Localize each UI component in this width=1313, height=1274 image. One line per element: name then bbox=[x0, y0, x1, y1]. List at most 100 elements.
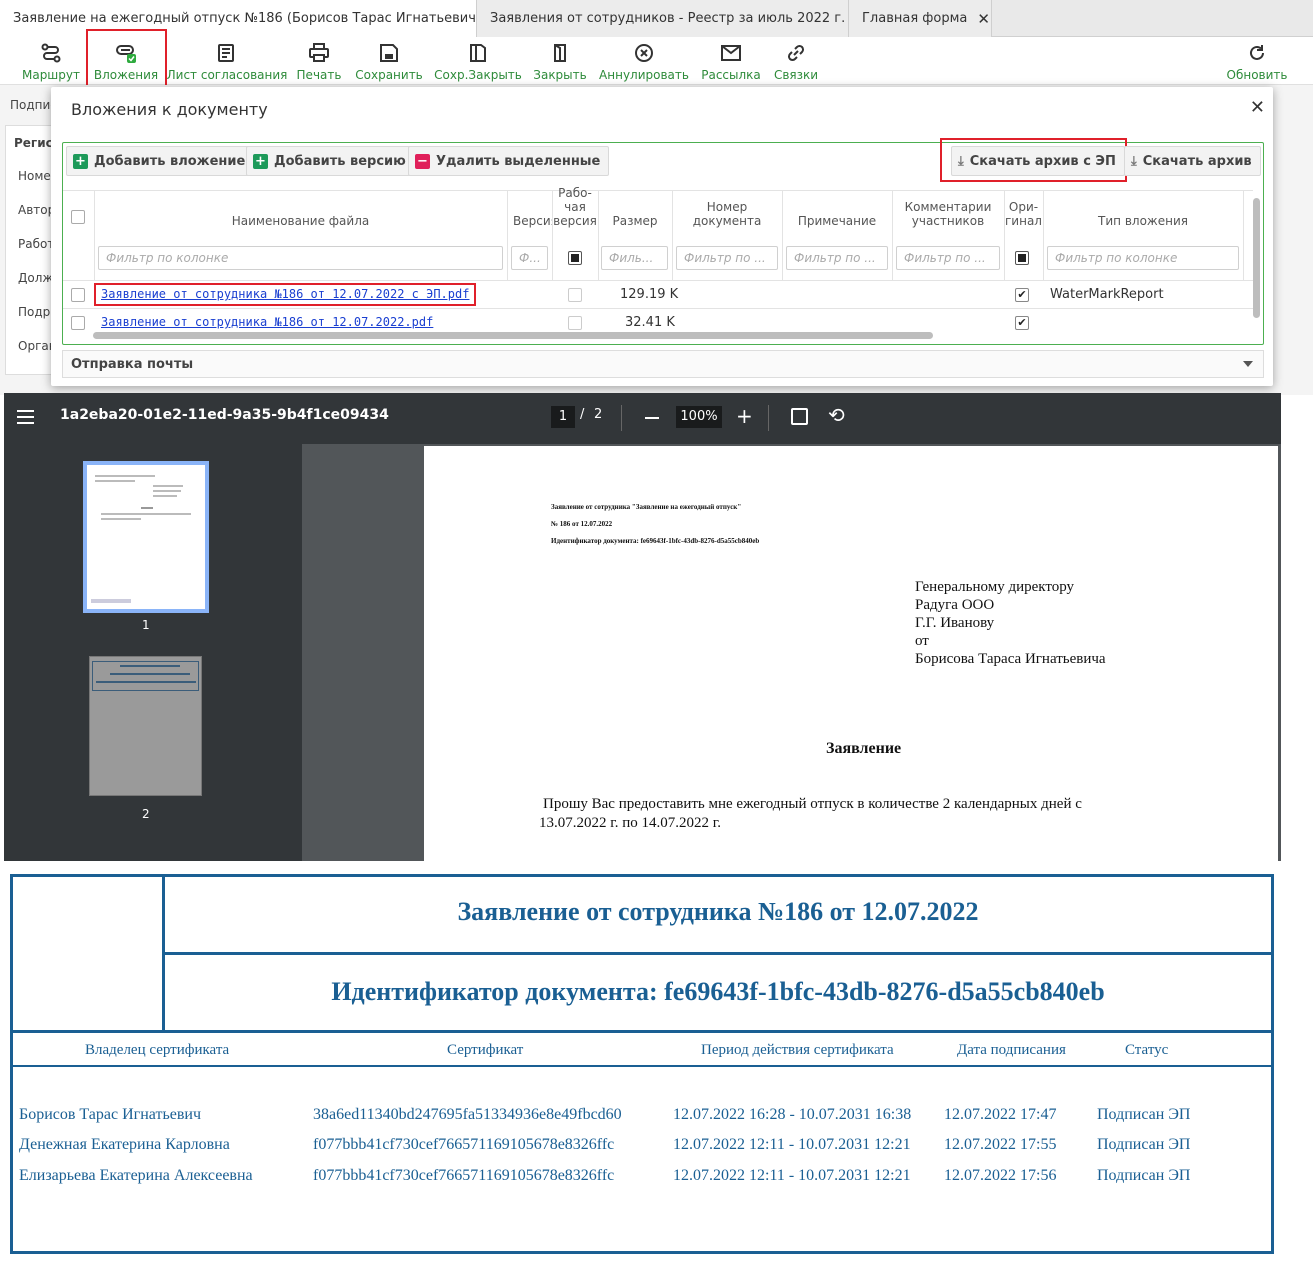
add-attachment-button[interactable]: + Добавить вложение bbox=[66, 146, 255, 176]
column-header-version[interactable]: Версия bbox=[507, 192, 552, 230]
certificate-id: f077bbb41cf730cef766571169105678e8326ffc bbox=[313, 1136, 615, 1153]
menu-icon[interactable] bbox=[17, 410, 34, 424]
thumbnail-label: 2 bbox=[142, 807, 150, 821]
row-checkbox[interactable] bbox=[71, 316, 85, 330]
highlight-frame bbox=[86, 29, 167, 88]
file-size: 129.19 K bbox=[620, 287, 679, 302]
filter-note-input[interactable]: Фильтр по ... bbox=[786, 246, 888, 270]
filter-size-input[interactable]: Филь... bbox=[601, 246, 668, 270]
tab-registry[interactable]: Заявления от сотрудников - Реестр за июл… bbox=[477, 0, 868, 37]
total-pages: 2 bbox=[594, 407, 603, 422]
original-checkbox[interactable]: ✔ bbox=[1015, 288, 1029, 302]
tab-label: Заявление на ежегодный отпуск №186 (Бори… bbox=[13, 11, 481, 26]
certificate-id: f077bbb41cf730cef766571169105678e8326ffc bbox=[313, 1167, 615, 1184]
horizontal-scrollbar[interactable] bbox=[93, 332, 933, 339]
approval-sheet-button[interactable]: Лист согласования bbox=[167, 37, 287, 85]
route-label: Маршрут bbox=[21, 68, 80, 82]
original-checkbox[interactable]: ✔ bbox=[1015, 316, 1029, 330]
page-number-input[interactable]: 1 bbox=[551, 406, 575, 428]
signature-status: Подписан ЭП bbox=[1097, 1136, 1191, 1153]
download-archive-button[interactable]: ⤓ Скачать архив bbox=[1124, 146, 1261, 176]
vertical-scrollbar[interactable] bbox=[1253, 198, 1260, 318]
delete-selected-button[interactable]: − Удалить выделенные bbox=[408, 146, 610, 176]
column-header-original[interactable]: Ори- гинал bbox=[1004, 192, 1043, 230]
links-button[interactable]: Связки bbox=[772, 37, 820, 85]
tab-main-form[interactable]: Главная форма ✕ bbox=[849, 0, 992, 37]
addressee-line: от bbox=[915, 633, 929, 649]
column-header-filename[interactable]: Наименование файла bbox=[94, 192, 507, 230]
signature-status: Подписан ЭП bbox=[1097, 1106, 1191, 1123]
minus-icon: − bbox=[415, 153, 430, 169]
column-header-note[interactable]: Примечание bbox=[782, 192, 892, 230]
mailing-button[interactable]: Рассылка bbox=[700, 37, 762, 85]
filter-version-input[interactable]: Ф... bbox=[511, 246, 548, 270]
page-separator: / bbox=[580, 407, 585, 422]
save-button[interactable]: Сохранить bbox=[355, 37, 423, 85]
zoom-in-icon[interactable]: + bbox=[736, 404, 753, 428]
save-close-button[interactable]: Сохр.Закрыть bbox=[434, 37, 522, 85]
row-checkbox[interactable] bbox=[71, 288, 85, 302]
approval-sheet-label: Лист согласования bbox=[166, 68, 288, 82]
close-icon[interactable]: ✕ bbox=[977, 10, 990, 28]
addressee-line: Генеральному директору bbox=[915, 579, 1075, 595]
column-header-size[interactable]: Размер bbox=[598, 192, 672, 230]
fit-page-icon[interactable] bbox=[791, 408, 808, 425]
filter-comments-input[interactable]: Фильтр по ... bbox=[896, 246, 1000, 270]
thumbnail-sidebar: 1 2 bbox=[4, 444, 302, 861]
signer-name: Денежная Екатерина Карловна bbox=[19, 1136, 230, 1153]
close-button[interactable]: Закрыть bbox=[532, 37, 588, 85]
tab-bar: Заявление на ежегодный отпуск №186 (Бори… bbox=[0, 0, 1313, 37]
select-all-checkbox[interactable] bbox=[71, 210, 85, 224]
route-button[interactable]: Маршрут bbox=[20, 37, 82, 85]
filter-type-input[interactable]: Фильтр по колонке bbox=[1047, 246, 1239, 270]
stamp-header: Дата подписания bbox=[957, 1042, 1066, 1058]
working-version-checkbox[interactable] bbox=[568, 316, 582, 330]
signature-status: Подписан ЭП bbox=[1097, 1167, 1191, 1184]
filter-doc-number-input[interactable]: Фильтр по ... bbox=[676, 246, 778, 270]
rotate-icon[interactable]: ⟲ bbox=[828, 403, 845, 427]
filter-original-checkbox[interactable] bbox=[1015, 251, 1029, 265]
mail-section[interactable]: Отправка почты bbox=[62, 350, 1264, 378]
pdf-page: Заявление от сотрудника "Заявление на еж… bbox=[424, 446, 1278, 861]
column-header-working-version[interactable]: Рабо- чая версия bbox=[552, 186, 598, 230]
toolbar: Маршрут Вложения Лист согласования Печат… bbox=[0, 29, 1313, 88]
stamp-identifier: Идентификатор документа: fe69643f-1bfc-4… bbox=[331, 977, 1105, 1006]
page-thumbnail[interactable] bbox=[89, 656, 202, 796]
pdf-toolbar: 1a2eba20-01e2-11ed-9a35-9b4f1ce09434 1 /… bbox=[4, 393, 1281, 444]
plus-icon: + bbox=[73, 153, 88, 169]
file-link[interactable]: Заявление от сотрудника №186 от 12.07.20… bbox=[101, 315, 433, 329]
certificate-period: 12.07.2022 12:11 - 10.07.2031 12:21 bbox=[673, 1136, 911, 1153]
column-header-type[interactable]: Тип вложения bbox=[1043, 192, 1243, 230]
table-row[interactable]: Заявление от сотрудника №186 от 12.07.20… bbox=[63, 280, 1253, 308]
attachments-dialog: Вложения к документу ✕ + Добавить вложен… bbox=[51, 87, 1273, 386]
filter-working-version-checkbox[interactable] bbox=[568, 251, 582, 265]
cancel-button[interactable]: Аннулировать bbox=[599, 37, 689, 85]
zoom-out-icon[interactable] bbox=[645, 417, 659, 419]
close-icon[interactable]: ✕ bbox=[1250, 97, 1265, 118]
zoom-input[interactable]: 100% bbox=[676, 406, 722, 428]
page-thumbnail[interactable] bbox=[83, 461, 209, 613]
filter-filename-input[interactable]: Фильтр по колонке bbox=[98, 246, 503, 270]
signing-date: 12.07.2022 17:56 bbox=[944, 1167, 1057, 1184]
add-version-button[interactable]: + Добавить версию bbox=[246, 146, 415, 176]
link-icon bbox=[786, 42, 806, 64]
chevron-down-icon[interactable] bbox=[1243, 361, 1253, 367]
document-body: 13.07.2022 г. по 14.07.2022 г. bbox=[539, 815, 721, 831]
stamp-title: Заявление от сотрудника №186 от 12.07.20… bbox=[457, 897, 979, 926]
save-close-label: Сохр.Закрыть bbox=[434, 68, 522, 82]
pdf-filename: 1a2eba20-01e2-11ed-9a35-9b4f1ce09434 bbox=[60, 407, 389, 423]
tab-document[interactable]: Заявление на ежегодный отпуск №186 (Бори… bbox=[0, 0, 504, 37]
thumbnail-label: 1 bbox=[142, 618, 150, 632]
signing-date: 12.07.2022 17:55 bbox=[944, 1136, 1057, 1153]
signer-name: Елизарьева Екатерина Алексеевна bbox=[19, 1167, 253, 1184]
stamp-header: Период действия сертификата bbox=[701, 1042, 894, 1058]
dialog-title: Вложения к документу bbox=[71, 100, 268, 119]
refresh-button[interactable]: Обновить bbox=[1226, 37, 1288, 85]
working-version-checkbox[interactable] bbox=[568, 288, 582, 302]
field-label: Автор bbox=[18, 203, 56, 217]
document-title: Заявление bbox=[826, 740, 902, 757]
column-header-doc-number[interactable]: Номер документа bbox=[672, 192, 782, 230]
print-button[interactable]: Печать bbox=[295, 37, 343, 85]
column-header-comments[interactable]: Комментарии участников bbox=[892, 192, 1004, 230]
cancel-icon bbox=[634, 42, 654, 64]
